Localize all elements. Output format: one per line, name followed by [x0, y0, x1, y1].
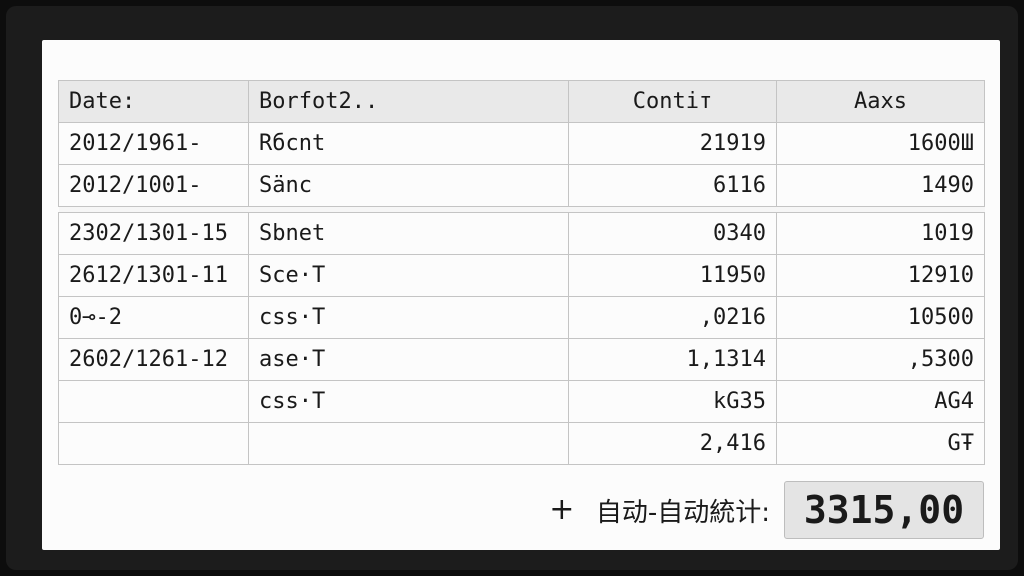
cell-count[interactable]: 0340: [568, 212, 777, 255]
auto-sum-label: 自动-自动統计:: [595, 497, 770, 528]
cell-count[interactable]: 1,1314: [568, 338, 777, 381]
cell-amount[interactable]: 1600Ш: [776, 122, 985, 165]
cell-date[interactable]: 0⊸-2: [58, 296, 249, 339]
cell-name[interactable]: Sänc: [248, 164, 569, 207]
table-row[interactable]: 0⊸-2 css·T ,0216 10500: [58, 296, 985, 339]
cell-amount[interactable]: ,5300: [776, 338, 985, 381]
cell-amount[interactable]: 12910: [776, 254, 985, 297]
cell-date[interactable]: 2602/1261-12: [58, 338, 249, 381]
cell-date[interactable]: 2012/1961-: [58, 122, 249, 165]
table-row[interactable]: 2602/1261-12 ase·T 1,1314 ,5300: [58, 338, 985, 381]
total-value: 3315,00: [784, 481, 984, 539]
data-table: Date: Borfot2.. Contiт Aaxs 2012/1961- R…: [58, 80, 985, 465]
table-row[interactable]: 2012/1001- Sänc 6116 1490: [58, 164, 985, 207]
cell-name[interactable]: css·T: [248, 380, 569, 423]
cell-name[interactable]: css·T: [248, 296, 569, 339]
cell-date[interactable]: 2612/1301-11: [58, 254, 249, 297]
cell-count[interactable]: ,0216: [568, 296, 777, 339]
cell-count[interactable]: 2,416: [568, 422, 777, 465]
cell-name[interactable]: [248, 422, 569, 465]
table-header-row: Date: Borfot2.. Contiт Aaxs: [58, 80, 985, 123]
cell-name[interactable]: ase·T: [248, 338, 569, 381]
cell-date[interactable]: 2012/1001-: [58, 164, 249, 207]
cell-count[interactable]: 21919: [568, 122, 777, 165]
cell-amount[interactable]: 1019: [776, 212, 985, 255]
cell-count[interactable]: 6116: [568, 164, 777, 207]
cell-amount[interactable]: 1490: [776, 164, 985, 207]
cell-amount[interactable]: AG4: [776, 380, 985, 423]
spreadsheet-window: Date: Borfot2.. Contiт Aaxs 2012/1961- R…: [42, 40, 1000, 550]
cell-date[interactable]: [58, 422, 249, 465]
cell-count[interactable]: 11950: [568, 254, 777, 297]
header-count[interactable]: Contiт: [568, 80, 777, 123]
table-row[interactable]: 2302/1301-15 Sbnet 0340 1019: [58, 212, 985, 255]
cell-amount[interactable]: GŦ: [776, 422, 985, 465]
monitor-frame: Date: Borfot2.. Contiт Aaxs 2012/1961- R…: [6, 6, 1018, 570]
cell-name[interactable]: Sbnet: [248, 212, 569, 255]
cell-amount[interactable]: 10500: [776, 296, 985, 339]
header-amount[interactable]: Aaxs: [776, 80, 985, 123]
table-row[interactable]: 2012/1961- Rбcnt 21919 1600Ш: [58, 122, 985, 165]
add-row-icon[interactable]: +: [542, 495, 582, 525]
cell-name[interactable]: Sce·T: [248, 254, 569, 297]
totals-bar: + 自动-自动統计: 3315,00: [542, 480, 984, 540]
cell-date[interactable]: [58, 380, 249, 423]
cell-count[interactable]: kG35: [568, 380, 777, 423]
cell-date[interactable]: 2302/1301-15: [58, 212, 249, 255]
header-date[interactable]: Date:: [58, 80, 249, 123]
table-row[interactable]: 2,416 GŦ: [58, 422, 985, 465]
header-name[interactable]: Borfot2..: [248, 80, 569, 123]
table-row[interactable]: 2612/1301-11 Sce·T 11950 12910: [58, 254, 985, 297]
cell-name[interactable]: Rбcnt: [248, 122, 569, 165]
table-row[interactable]: css·T kG35 AG4: [58, 380, 985, 423]
